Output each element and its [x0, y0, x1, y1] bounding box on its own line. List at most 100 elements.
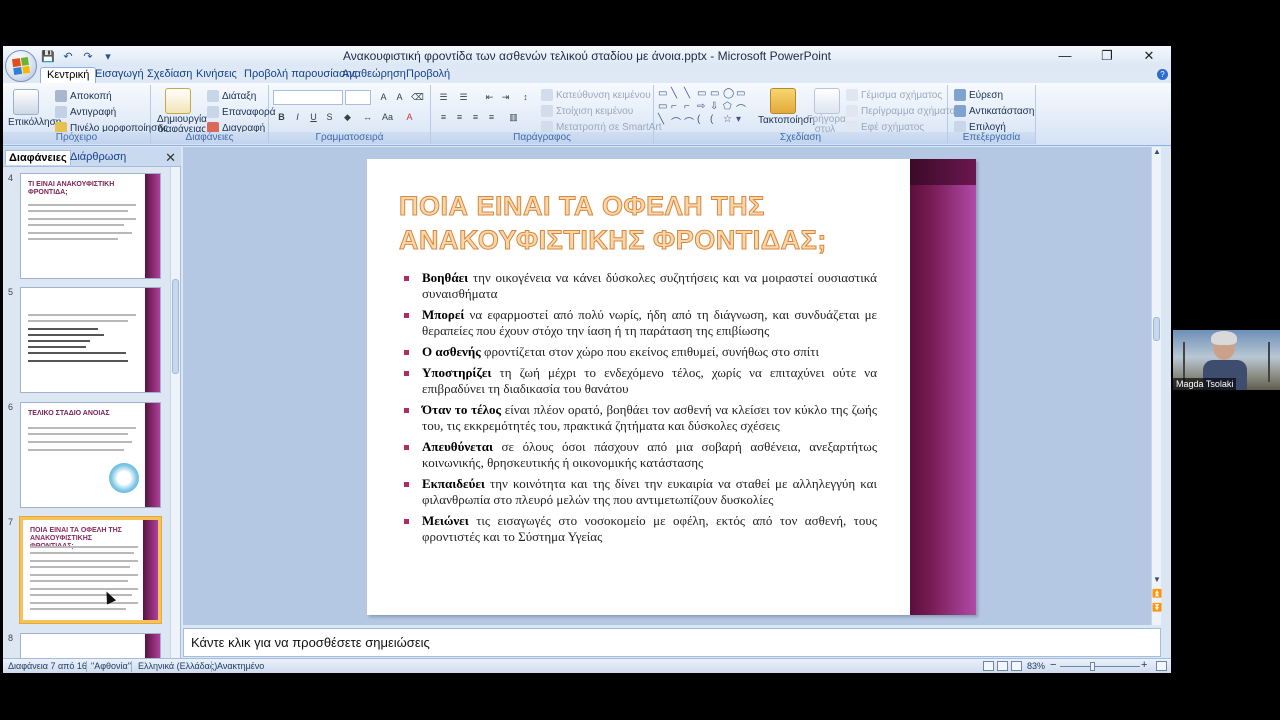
clear-format-icon[interactable]: ⌫	[411, 91, 424, 104]
tab-slides[interactable]: Διαφάνειες	[5, 150, 71, 165]
slide-sorter-icon[interactable]	[997, 661, 1008, 671]
office-button[interactable]	[5, 50, 37, 82]
slide-editor-scrollbar[interactable]: ▲ ▼ ⏫ ⏬	[1151, 147, 1162, 625]
align-text-button[interactable]: Στοίχιση κειμένου	[541, 105, 633, 117]
powerpoint-window: 💾 ↶ ↷ ▾ Ανακουφιστική φροντίδα των ασθεν…	[3, 46, 1171, 673]
help-icon[interactable]: ?	[1157, 69, 1168, 80]
minimize-button[interactable]: —	[1051, 48, 1079, 64]
char-spacing-icon[interactable]: ↔	[361, 111, 374, 124]
group-editing: Εύρεση Αντικατάσταση Επιλογή Επεξεργασία	[948, 85, 1036, 144]
font-name-combo[interactable]	[273, 90, 343, 105]
align-left-icon[interactable]: ≡	[437, 111, 450, 124]
slide-bullet-list[interactable]: Βοηθάει την οικογένεια να κάνει δύσκολες…	[401, 270, 877, 550]
bullets-icon[interactable]: ☰	[437, 91, 450, 104]
align-center-icon[interactable]: ≡	[453, 111, 466, 124]
fill-icon	[846, 89, 858, 101]
reset-button[interactable]: Επαναφορά	[207, 106, 276, 118]
text-direction-button[interactable]: Κατεύθυνση κειμένου	[541, 89, 651, 101]
shape-outline-button[interactable]: Περίγραμμα σχήματος	[846, 105, 960, 117]
numbering-icon[interactable]: ☰	[457, 91, 470, 104]
zoom-slider[interactable]	[1060, 666, 1140, 667]
close-pane-icon[interactable]: ✕	[165, 150, 176, 166]
reset-icon	[207, 106, 219, 118]
notes-placeholder[interactable]: Κάντε κλικ για να προσθέσετε σημειώσεις	[191, 635, 430, 650]
arrange-icon	[770, 88, 796, 114]
bullet-item: Μειώνει τις εισαγωγές στο νοσοκομείο με …	[401, 513, 877, 545]
thumb-title: ΤΕΛΙΚΟ ΣΤΑΔΙΟ ΑΝΟΙΑΣ	[28, 410, 110, 417]
slide-accent-bar	[910, 159, 976, 615]
slide-thumbnail-6[interactable]: ΤΕΛΙΚΟ ΣΤΑΔΙΟ ΑΝΟΙΑΣ	[20, 402, 161, 508]
cut-button[interactable]: Αποκοπή	[55, 90, 112, 102]
zoom-out-icon[interactable]: −	[1050, 659, 1056, 671]
webcam-overlay: Magda Tsolaki	[1173, 330, 1280, 390]
decrease-indent-icon[interactable]: ⇤	[483, 91, 496, 104]
tab-animations[interactable]: Κινήσεις	[190, 67, 243, 83]
line-spacing-icon[interactable]: ↕	[519, 91, 532, 104]
slide-thumbnail-5[interactable]	[20, 287, 161, 393]
replace-button[interactable]: Αντικατάσταση	[954, 105, 1034, 117]
next-slide-icon[interactable]: ⏬	[1152, 603, 1162, 612]
participant-name: Magda Tsolaki	[1173, 378, 1237, 390]
shrink-font-icon[interactable]: A	[393, 91, 406, 104]
language-indicator[interactable]: Ελληνικά (Ελλάδας)	[138, 661, 217, 671]
tab-home[interactable]: Κεντρική	[40, 67, 97, 83]
bullet-item: Υποστηρίζει τη ζωή μέχρι το ενδεχόμενο τ…	[401, 365, 877, 397]
copy-button[interactable]: Αντιγραφή	[55, 106, 116, 118]
fit-to-window-icon[interactable]	[1156, 661, 1167, 671]
zoom-in-icon[interactable]: +	[1141, 659, 1147, 671]
font-color-icon[interactable]: A	[403, 111, 416, 124]
thumb-number: 7	[8, 517, 14, 527]
paste-button[interactable]: Επικόλληση	[8, 117, 61, 128]
find-button[interactable]: Εύρεση	[954, 89, 1003, 101]
align-right-icon[interactable]: ≡	[469, 111, 482, 124]
slide-title[interactable]: ΠΟΙΑ ΕΙΝΑΙ ΤΑ ΟΦΕΛΗ ΤΗΣ ΑΝΑΚΟΥΦΙΣΤΙΚΗΣ Φ…	[399, 189, 899, 257]
normal-view-icon[interactable]	[983, 661, 994, 671]
font-size-combo[interactable]	[345, 90, 371, 105]
notes-pane[interactable]: Κάντε κλικ για να προσθέσετε σημειώσεις	[183, 628, 1161, 657]
thumb-accent-bar	[143, 520, 158, 620]
columns-icon[interactable]: ▥	[507, 111, 520, 124]
layout-button[interactable]: Διάταξη	[207, 90, 256, 102]
grow-font-icon[interactable]: A	[377, 91, 390, 104]
underline-icon[interactable]: U	[307, 111, 320, 124]
slide-thumbnail-4[interactable]: ΤΙ ΕΙΝΑΙ ΑΝΑΚΟΥΦΙΣΤΙΚΗ ΦΡΟΝΤΙΔΑ;	[20, 173, 161, 279]
italic-icon[interactable]: I	[291, 111, 304, 124]
bullet-item: Όταν το τέλος είναι πλέον ορατό, βοηθάει…	[401, 402, 877, 434]
zoom-level[interactable]: 83%	[1027, 661, 1045, 671]
slides-pane: Διαφάνειες Διάρθρωση ✕ 4 ΤΙ ΕΙΝΑΙ ΑΝΑΚΟΥ…	[3, 147, 181, 673]
copy-label: Αντιγραφή	[70, 106, 117, 118]
restore-button[interactable]: ❐	[1093, 48, 1121, 64]
scroll-up-icon[interactable]: ▲	[1152, 147, 1162, 156]
shape-effects-label: Εφέ σχήματος	[861, 121, 925, 133]
group-drawing: ▭ ╲ ╲ ▭ ▭ ◯ ▭ ▭ ⌐ ⌐ ⇨ ⇩ ⬠ ⌒ ╲ ⌒ ⌒((☆ ▾ Τακτοποίηση Γρήγ…	[654, 85, 960, 144]
tab-outline[interactable]: Διάρθρωση	[67, 150, 129, 164]
replace-icon	[954, 105, 966, 117]
zoom-slider-knob[interactable]	[1090, 662, 1095, 671]
justify-icon[interactable]: ≡	[485, 111, 498, 124]
shadow-icon[interactable]: ◆	[341, 111, 354, 124]
current-slide[interactable]: ΠΟΙΑ ΕΙΝΑΙ ΤΑ ΟΦΕΛΗ ΤΗΣ ΑΝΑΚΟΥΦΙΣΤΙΚΗΣ Φ…	[367, 159, 976, 615]
scroll-thumb[interactable]	[172, 279, 179, 374]
previous-slide-icon[interactable]: ⏫	[1152, 589, 1162, 598]
close-button[interactable]: ✕	[1135, 48, 1163, 64]
layout-label: Διάταξη	[222, 90, 257, 102]
increase-indent-icon[interactable]: ⇥	[499, 91, 512, 104]
slides-pane-scrollbar[interactable]	[170, 167, 180, 659]
group-label-font: Γραμματοσειρά	[269, 132, 430, 144]
shapes-gallery[interactable]: ▭ ╲ ╲ ▭ ▭ ◯ ▭ ▭ ⌐ ⌐ ⇨ ⇩ ⬠ ⌒ ╲ ⌒ ⌒((☆ ▾	[658, 88, 750, 129]
thumb-accent-bar	[145, 403, 160, 507]
slide-thumbnail-7[interactable]: ΠΟΙΑ ΕΙΝΑΙ ΤΑ ΟΦΕΛΗ ΤΗΣ ΑΝΑΚΟΥΦΙΣΤΙΚΗΣ Φ…	[20, 517, 161, 623]
tab-view[interactable]: Προβολή	[400, 67, 456, 83]
bullet-item: Ο ασθενής φροντίζεται στον χώρο που εκεί…	[401, 344, 877, 360]
strikethrough-icon[interactable]: S	[323, 111, 336, 124]
bold-icon[interactable]: B	[275, 111, 288, 124]
shape-fill-button[interactable]: Γέμισμα σχήματος	[846, 89, 942, 101]
slide-position: Διαφάνεια 7 από 16	[8, 661, 87, 671]
slide-show-icon[interactable]	[1011, 661, 1022, 671]
scissors-icon	[55, 90, 67, 102]
change-case-icon[interactable]: Aa	[381, 111, 394, 124]
layout-icon	[207, 90, 219, 102]
scroll-down-icon[interactable]: ▼	[1152, 575, 1162, 584]
thumb-number: 4	[8, 173, 14, 183]
scroll-thumb[interactable]	[1153, 317, 1160, 341]
